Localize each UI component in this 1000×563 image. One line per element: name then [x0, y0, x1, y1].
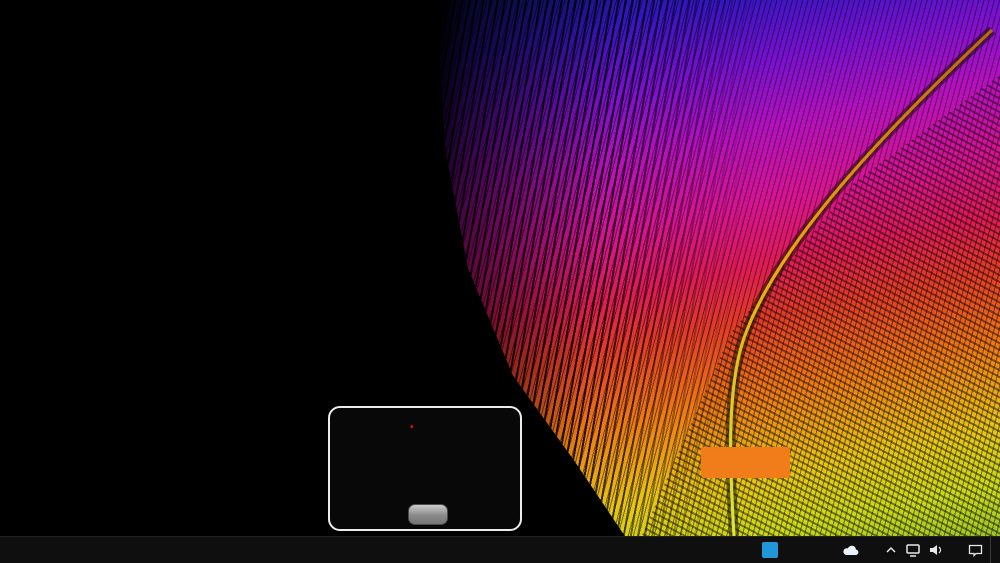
- desktop-screen: [0, 0, 1000, 563]
- system-tray: [752, 537, 1000, 563]
- weather-widget[interactable]: [842, 544, 869, 556]
- lenovo-logo: [701, 447, 790, 478]
- network-icon[interactable]: [906, 544, 920, 557]
- task-complete-button[interactable]: [408, 504, 448, 525]
- lenovo-vantage-tray-icon[interactable]: [762, 542, 778, 558]
- hidden-icons-chevron[interactable]: [886, 546, 896, 554]
- action-center-icon[interactable]: [968, 544, 983, 557]
- show-desktop-button[interactable]: [990, 537, 996, 563]
- panel-detail-block: [410, 418, 514, 422]
- volume-icon[interactable]: [930, 544, 944, 556]
- rainlendar-calendar-widget[interactable]: [318, 262, 449, 267]
- taskbar: [0, 536, 1000, 563]
- taskbar-buttons: [0, 537, 5, 563]
- cloud-icon: [842, 544, 859, 556]
- rainlendar-today-panel[interactable]: [328, 406, 522, 531]
- rainlendar-task-widget[interactable]: [336, 129, 454, 131]
